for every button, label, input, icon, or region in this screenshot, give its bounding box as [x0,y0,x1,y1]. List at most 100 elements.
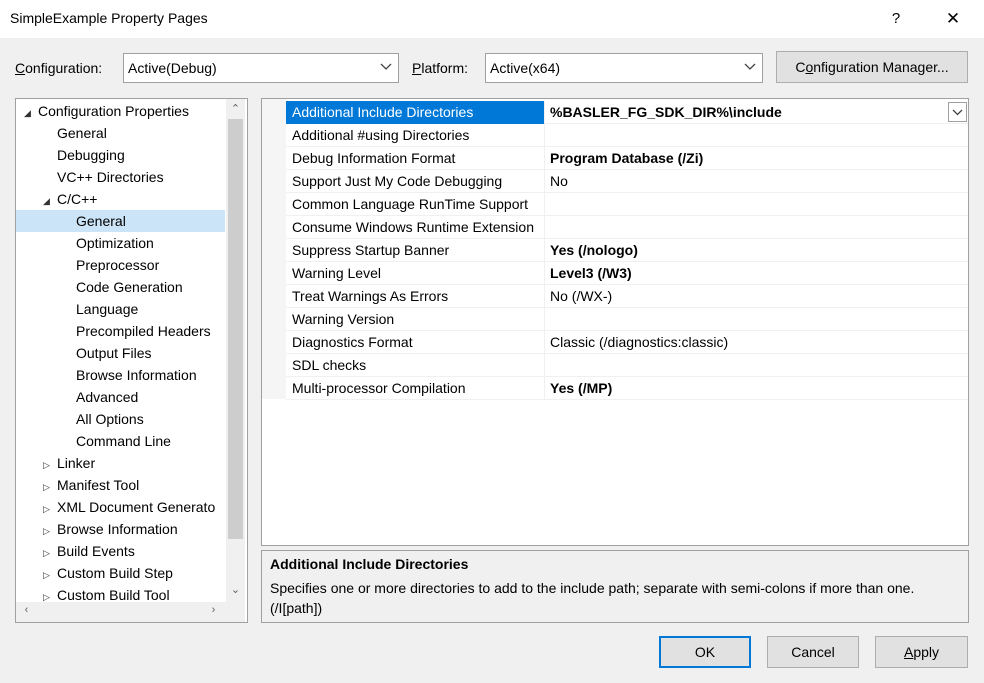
property-row[interactable]: Suppress Startup Banner Yes (/nologo) [286,239,968,262]
tree-item[interactable]: Language [16,298,225,320]
property-value[interactable] [546,354,966,377]
property-row[interactable]: Treat Warnings As Errors No (/WX-) [286,285,968,308]
tree-item[interactable]: ▷ XML Document Generato [16,496,225,518]
property-name[interactable]: Consume Windows Runtime Extension [286,216,545,239]
property-value[interactable]: Yes (/MP) [546,377,966,400]
property-name[interactable]: Diagnostics Format [286,331,545,354]
ok-button[interactable]: OK [659,636,751,668]
value-dropdown-button[interactable] [948,102,967,122]
collapsed-triangle-icon[interactable]: ▷ [43,498,57,520]
tree-item-label: Build Events [57,543,135,559]
property-value[interactable]: %BASLER_FG_SDK_DIR%\include [546,101,966,124]
property-row[interactable]: Diagnostics Format Classic (/diagnostics:… [286,331,968,354]
tree-item[interactable]: Debugging [16,144,225,166]
chevron-down-icon[interactable]: ⌄ [228,583,243,598]
property-row[interactable]: SDL checks [286,354,968,377]
tree-item-label: Output Files [76,345,152,361]
tree-scroll-thumb[interactable] [228,119,243,539]
property-name[interactable]: Multi-processor Compilation [286,377,545,400]
property-value[interactable]: Level3 (/W3) [546,262,966,285]
tree-item[interactable]: Optimization [16,232,225,254]
tree-item[interactable]: ▷ Browse Information [16,518,225,540]
property-name[interactable]: Support Just My Code Debugging [286,170,545,193]
tree-item-label: Debugging [57,147,125,163]
tree-item[interactable]: Advanced [16,386,225,408]
tree-item[interactable]: General [16,122,225,144]
property-value[interactable] [546,308,966,331]
tree-item[interactable]: ◢ Configuration Properties [16,100,225,122]
tree-item[interactable]: ▷ Linker [16,452,225,474]
tree-item[interactable]: Output Files [16,342,225,364]
help-button[interactable]: ? [882,6,910,32]
property-value[interactable]: Program Database (/Zi) [546,147,966,170]
property-row[interactable]: Support Just My Code Debugging No [286,170,968,193]
property-row[interactable]: Multi-processor Compilation Yes (/MP) [286,377,968,400]
chevron-right-icon[interactable]: › [206,604,221,619]
chevron-up-icon[interactable]: ⌃ [228,102,243,117]
tree-horizontal-scrollbar[interactable]: ‹ › [16,602,245,622]
tree-item-label: Code Generation [76,279,183,295]
property-row[interactable]: Warning Version [286,308,968,331]
apply-button[interactable]: Apply [875,636,968,668]
collapsed-triangle-icon[interactable]: ▷ [43,476,57,498]
property-name[interactable]: Common Language RunTime Support [286,193,545,216]
property-row[interactable]: Additional #using Directories [286,124,968,147]
tree-item[interactable]: ▷ Custom Build Step [16,562,225,584]
tree-item[interactable]: Precompiled Headers [16,320,225,342]
property-name[interactable]: Additional Include Directories [286,101,545,124]
property-value[interactable]: Classic (/diagnostics:classic) [546,331,966,354]
property-name[interactable]: Suppress Startup Banner [286,239,545,262]
tree-item-label: Browse Information [57,521,178,537]
tree-item[interactable]: VC++ Directories [16,166,225,188]
tree-item[interactable]: Code Generation [16,276,225,298]
tree-item[interactable]: ◢ C/C++ [16,188,225,210]
tree-item[interactable]: Command Line [16,430,225,452]
property-row[interactable]: Warning Level Level3 (/W3) [286,262,968,285]
tree-item[interactable]: ▷ Build Events [16,540,225,562]
configuration-select[interactable]: Active(Debug) [123,53,399,83]
grid-gutter [262,99,286,399]
tree-item-label: Language [76,301,139,317]
property-row[interactable]: Common Language RunTime Support [286,193,968,216]
property-value[interactable] [546,216,966,239]
close-button[interactable]: ✕ [936,6,970,32]
tree-item-label: XML Document Generato [57,499,216,515]
cancel-button[interactable]: Cancel [767,636,859,668]
tree-item[interactable]: All Options [16,408,225,430]
tree-item[interactable]: General [16,210,225,232]
tree-item-label: General [57,125,107,141]
platform-select[interactable]: Active(x64) [485,53,763,83]
tree-item[interactable]: Preprocessor [16,254,225,276]
property-value[interactable] [546,193,966,216]
property-value[interactable]: No [546,170,966,193]
expanded-triangle-icon[interactable]: ◢ [43,190,57,212]
property-name[interactable]: Treat Warnings As Errors [286,285,545,308]
property-value[interactable] [546,124,966,147]
expanded-triangle-icon[interactable]: ◢ [24,102,38,124]
collapsed-triangle-icon[interactable]: ▷ [43,564,57,586]
tree-item-label: General [76,213,126,229]
collapsed-triangle-icon[interactable]: ▷ [43,542,57,564]
property-name[interactable]: Additional #using Directories [286,124,545,147]
configuration-manager-button[interactable]: Configuration Manager... [776,51,968,83]
property-name[interactable]: Warning Version [286,308,545,331]
chevron-left-icon[interactable]: ‹ [19,604,34,619]
property-row[interactable]: Debug Information Format Program Database… [286,147,968,170]
property-name[interactable]: SDL checks [286,354,545,377]
tree-item[interactable]: Browse Information [16,364,225,386]
property-row[interactable]: Additional Include Directories %BASLER_FG… [286,101,968,124]
property-name[interactable]: Warning Level [286,262,545,285]
property-row[interactable]: Consume Windows Runtime Extension [286,216,968,239]
property-value[interactable]: Yes (/nologo) [546,239,966,262]
tree-item-label: Configuration Properties [38,103,189,119]
tree-item-label: Linker [57,455,96,471]
property-value[interactable]: No (/WX-) [546,285,966,308]
title-bar: SimpleExample Property Pages ? ✕ [0,0,984,38]
tree-item[interactable]: ▷ Manifest Tool [16,474,225,496]
description-text: Specifies one or more directories to add… [270,580,915,616]
tree-item-label: Optimization [76,235,154,251]
collapsed-triangle-icon[interactable]: ▷ [43,520,57,542]
property-name[interactable]: Debug Information Format [286,147,545,170]
tree-item-label: Preprocessor [76,257,160,273]
collapsed-triangle-icon[interactable]: ▷ [43,454,57,476]
